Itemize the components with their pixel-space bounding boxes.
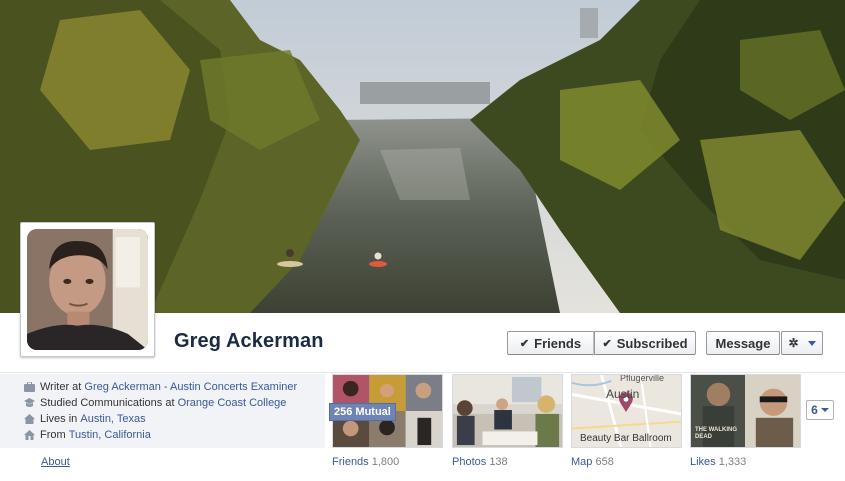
message-button[interactable]: Message — [706, 331, 780, 355]
map-label[interactable]: Map — [571, 456, 592, 468]
location-pin-icon — [24, 430, 35, 440]
likes-label[interactable]: Likes — [690, 456, 716, 468]
profile-picture-image — [27, 229, 148, 350]
subscribed-button-label: Subscribed — [616, 335, 688, 351]
poster-text: THE WALKING DEAD — [695, 427, 737, 440]
photos-tile-label[interactable]: Photos 138 — [452, 456, 508, 468]
friends-button-label: Friends — [534, 335, 582, 351]
briefcase-icon — [24, 381, 35, 392]
work-link[interactable]: Greg Ackerman - Austin Concerts Examiner — [84, 381, 297, 393]
work-prefix: Writer at — [40, 381, 82, 393]
profile-info-panel: Writer at Greg Ackerman - Austin Concert… — [0, 374, 325, 448]
lives-prefix: Lives in — [40, 413, 78, 425]
from-prefix: From — [40, 429, 66, 441]
check-icon: ✔ — [519, 337, 530, 350]
check-icon: ✔ — [602, 337, 612, 350]
photos-tile-image — [453, 375, 562, 447]
message-button-label: Message — [715, 335, 771, 351]
map-tile-label[interactable]: Map 658 — [571, 456, 614, 468]
chevron-down-icon — [820, 408, 829, 412]
chevron-down-icon — [807, 340, 816, 346]
map-tile[interactable]: Pflugerville Austin Beauty Bar Ballroom — [571, 374, 682, 448]
likes-tile-label[interactable]: Likes 1,333 — [690, 456, 746, 468]
study-link[interactable]: Orange Coast College — [178, 397, 287, 409]
info-education: Studied Communications at Orange Coast C… — [24, 395, 325, 411]
home-icon — [24, 414, 35, 424]
lives-link[interactable]: Austin, Texas — [80, 413, 145, 425]
gear-icon: ✲ — [788, 336, 799, 350]
subscribed-button[interactable]: ✔ Subscribed — [594, 331, 696, 355]
friends-tile-label[interactable]: Friends 1,800 — [332, 456, 399, 468]
friends-count: 1,800 — [371, 456, 400, 468]
mutual-friends-badge: 256 Mutual — [329, 403, 396, 421]
map-city-main: Austin — [606, 387, 640, 401]
study-prefix: Studied Communications at — [40, 397, 175, 409]
photos-label[interactable]: Photos — [452, 456, 486, 468]
settings-dropdown-button[interactable]: ✲ — [781, 331, 823, 355]
relationship-button-group: ✔ Friends ✔ Subscribed — [507, 331, 696, 355]
info-work: Writer at Greg Ackerman - Austin Concert… — [24, 379, 325, 395]
more-apps-count: 6 — [811, 403, 818, 417]
map-count: 658 — [595, 456, 614, 468]
graduation-cap-icon — [24, 398, 35, 408]
friends-button[interactable]: ✔ Friends — [507, 331, 593, 355]
profile-name[interactable]: Greg Ackerman — [174, 330, 324, 353]
about-link[interactable]: About — [41, 456, 70, 468]
info-from: From Tustin, California — [24, 427, 325, 443]
map-city-top: Pflugerville — [620, 374, 665, 383]
photos-count: 138 — [489, 456, 508, 468]
profile-picture[interactable] — [20, 222, 155, 357]
info-lives: Lives in Austin, Texas — [24, 411, 325, 427]
photos-tile[interactable] — [452, 374, 563, 448]
friends-label[interactable]: Friends — [332, 456, 369, 468]
more-apps-button[interactable]: 6 — [806, 400, 834, 420]
likes-tile[interactable]: THE WALKING DEAD — [690, 374, 801, 448]
likes-count: 1,333 — [718, 456, 747, 468]
from-link[interactable]: Tustin, California — [69, 429, 151, 441]
map-caption: Beauty Bar Ballroom — [580, 433, 672, 444]
